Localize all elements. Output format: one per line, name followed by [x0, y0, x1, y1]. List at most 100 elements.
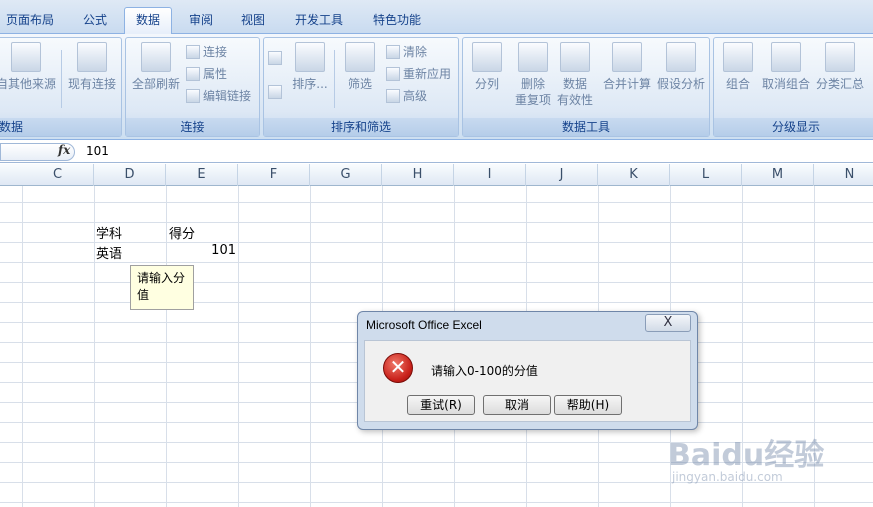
reapply-icon [386, 67, 400, 81]
text-to-columns-button[interactable]: 分列 [467, 42, 507, 92]
tab-developer[interactable]: 开发工具 [284, 8, 354, 34]
filter-label: 筛选 [347, 77, 372, 91]
function-icon[interactable]: fx [58, 143, 70, 157]
ungroup-icon [771, 42, 801, 72]
what-if-label: 假设分析 [656, 77, 705, 91]
clear-button[interactable]: 清除 [386, 42, 427, 62]
column-header-c[interactable]: C [22, 164, 94, 186]
formula-bar: fx 101 [0, 141, 873, 163]
group-sort-filter: 排序... 筛选 清除 重新应用 高级 排序和筛选 [263, 37, 459, 137]
advanced-button[interactable]: 高级 [386, 86, 427, 106]
subtotal-button[interactable]: 分类汇总 [814, 42, 866, 92]
formula-input[interactable]: 101 [86, 144, 109, 158]
separator [334, 50, 335, 108]
error-icon: ✕ [383, 353, 413, 383]
funnel-icon [345, 42, 375, 72]
column-header-i[interactable]: I [454, 164, 526, 186]
data-validation-label-1: 数据 [562, 77, 587, 91]
properties-button[interactable]: 属性 [186, 64, 227, 84]
sort-asc-button[interactable] [268, 48, 285, 68]
cell-e-score-value[interactable]: 101 [166, 243, 236, 258]
tooltip-line-2: 值 [137, 288, 150, 302]
column-header-g[interactable]: G [310, 164, 382, 186]
sort-ascending-icon [268, 51, 282, 65]
tab-review[interactable]: 审阅 [178, 8, 224, 34]
filter-button[interactable]: 筛选 [340, 42, 380, 92]
clear-filter-icon [386, 45, 400, 59]
ribbon-tab-bar: 页面布局 公式 数据 审阅 视图 开发工具 特色功能 [0, 0, 873, 35]
ribbon: 自其他来源 现有连接 数据 全部刷新 连接 属性 编辑链接 连接 排序... 筛… [0, 34, 873, 140]
column-header-h[interactable]: H [382, 164, 454, 186]
existing-connections-button[interactable]: 现有连接 [65, 42, 119, 92]
column-headers: C D E F G H I J K L M N [0, 164, 873, 186]
refresh-all-button[interactable]: 全部刷新 [128, 42, 184, 92]
separator [61, 50, 62, 108]
cell-d-english[interactable]: 英语 [96, 243, 122, 262]
error-dialog: Microsoft Office Excel X ✕ 请输入0-100的分值 重… [357, 311, 698, 430]
consolidate-button[interactable]: 合并计算 [599, 42, 655, 92]
properties-label: 属性 [203, 67, 228, 81]
group-button[interactable]: 组合 [716, 42, 760, 92]
ungroup-button[interactable]: 取消组合 [760, 42, 812, 92]
refresh-icon [141, 42, 171, 72]
from-other-sources-label: 自其他来源 [0, 77, 56, 91]
data-validation-icon [560, 42, 590, 72]
what-if-analysis-button[interactable]: 假设分析 [653, 42, 709, 92]
text-to-columns-label: 分列 [474, 77, 499, 91]
column-header-k[interactable]: K [598, 164, 670, 186]
group-label-outline: 分级显示 [714, 118, 873, 136]
document-icon [77, 42, 107, 72]
baidu-watermark: Baidu经验 jingyan.baidu.com [668, 430, 868, 490]
column-header-f[interactable]: F [238, 164, 310, 186]
tab-formulas[interactable]: 公式 [72, 8, 118, 34]
reapply-label: 重新应用 [403, 67, 452, 81]
column-header-d[interactable]: D [94, 164, 166, 186]
watermark-logo: Baidu经验 [668, 438, 825, 473]
from-other-sources-button[interactable]: 自其他来源 [0, 42, 57, 92]
consolidate-icon [612, 42, 642, 72]
refresh-all-label: 全部刷新 [131, 77, 180, 91]
existing-connections-label: 现有连接 [67, 77, 116, 91]
cell-d-subject-header[interactable]: 学科 [96, 223, 122, 242]
sort-desc-button[interactable] [268, 82, 285, 102]
dialog-close-button[interactable]: X [645, 314, 691, 332]
sort-label: 排序... [292, 77, 328, 91]
data-validation-button[interactable]: 数据 有效性 [553, 42, 597, 108]
remove-duplicates-label-2: 重复项 [514, 93, 551, 107]
sort-descending-icon [268, 85, 282, 99]
group-connections: 全部刷新 连接 属性 编辑链接 连接 [125, 37, 260, 137]
help-button[interactable]: 帮助(H) [554, 395, 622, 415]
tab-data[interactable]: 数据 [124, 7, 172, 35]
connections-button[interactable]: 连接 [186, 42, 227, 62]
dialog-message: 请输入0-100的分值 [431, 364, 538, 378]
group-icon [723, 42, 753, 72]
tab-view[interactable]: 视图 [230, 8, 276, 34]
advanced-filter-icon [386, 89, 400, 103]
group-label-data: 数据 [0, 118, 121, 136]
retry-button[interactable]: 重试(R) [407, 395, 475, 415]
column-header-l[interactable]: L [670, 164, 742, 186]
remove-duplicates-button[interactable]: 删除 重复项 [509, 42, 557, 108]
watermark-url: jingyan.baidu.com [672, 470, 783, 484]
consolidate-label: 合并计算 [602, 77, 651, 91]
column-header-m[interactable]: M [742, 164, 814, 186]
sort-button[interactable]: 排序... [290, 42, 330, 92]
edit-links-button[interactable]: 编辑链接 [186, 86, 251, 106]
chain-icon [186, 89, 200, 103]
cancel-button[interactable]: 取消 [483, 395, 551, 415]
cell-e-score-header[interactable]: 得分 [169, 223, 195, 242]
reapply-button[interactable]: 重新应用 [386, 64, 451, 84]
column-header-j[interactable]: J [526, 164, 598, 186]
tab-page-layout[interactable]: 页面布局 [0, 8, 60, 34]
group-outline: 组合 取消组合 分类汇总 分级显示 [713, 37, 873, 137]
group-label-connections: 连接 [126, 118, 259, 136]
remove-duplicates-label-1: 删除 [520, 77, 545, 91]
column-header-e[interactable]: E [166, 164, 238, 186]
validation-input-tooltip: 请输入分 值 [130, 265, 194, 310]
tooltip-line-1: 请输入分 [137, 271, 186, 285]
dialog-title: Microsoft Office Excel [366, 318, 482, 332]
remove-duplicates-icon [518, 42, 548, 72]
column-header-n[interactable]: N [814, 164, 873, 186]
tab-special-features[interactable]: 特色功能 [362, 8, 432, 34]
sort-az-icon [295, 42, 325, 72]
